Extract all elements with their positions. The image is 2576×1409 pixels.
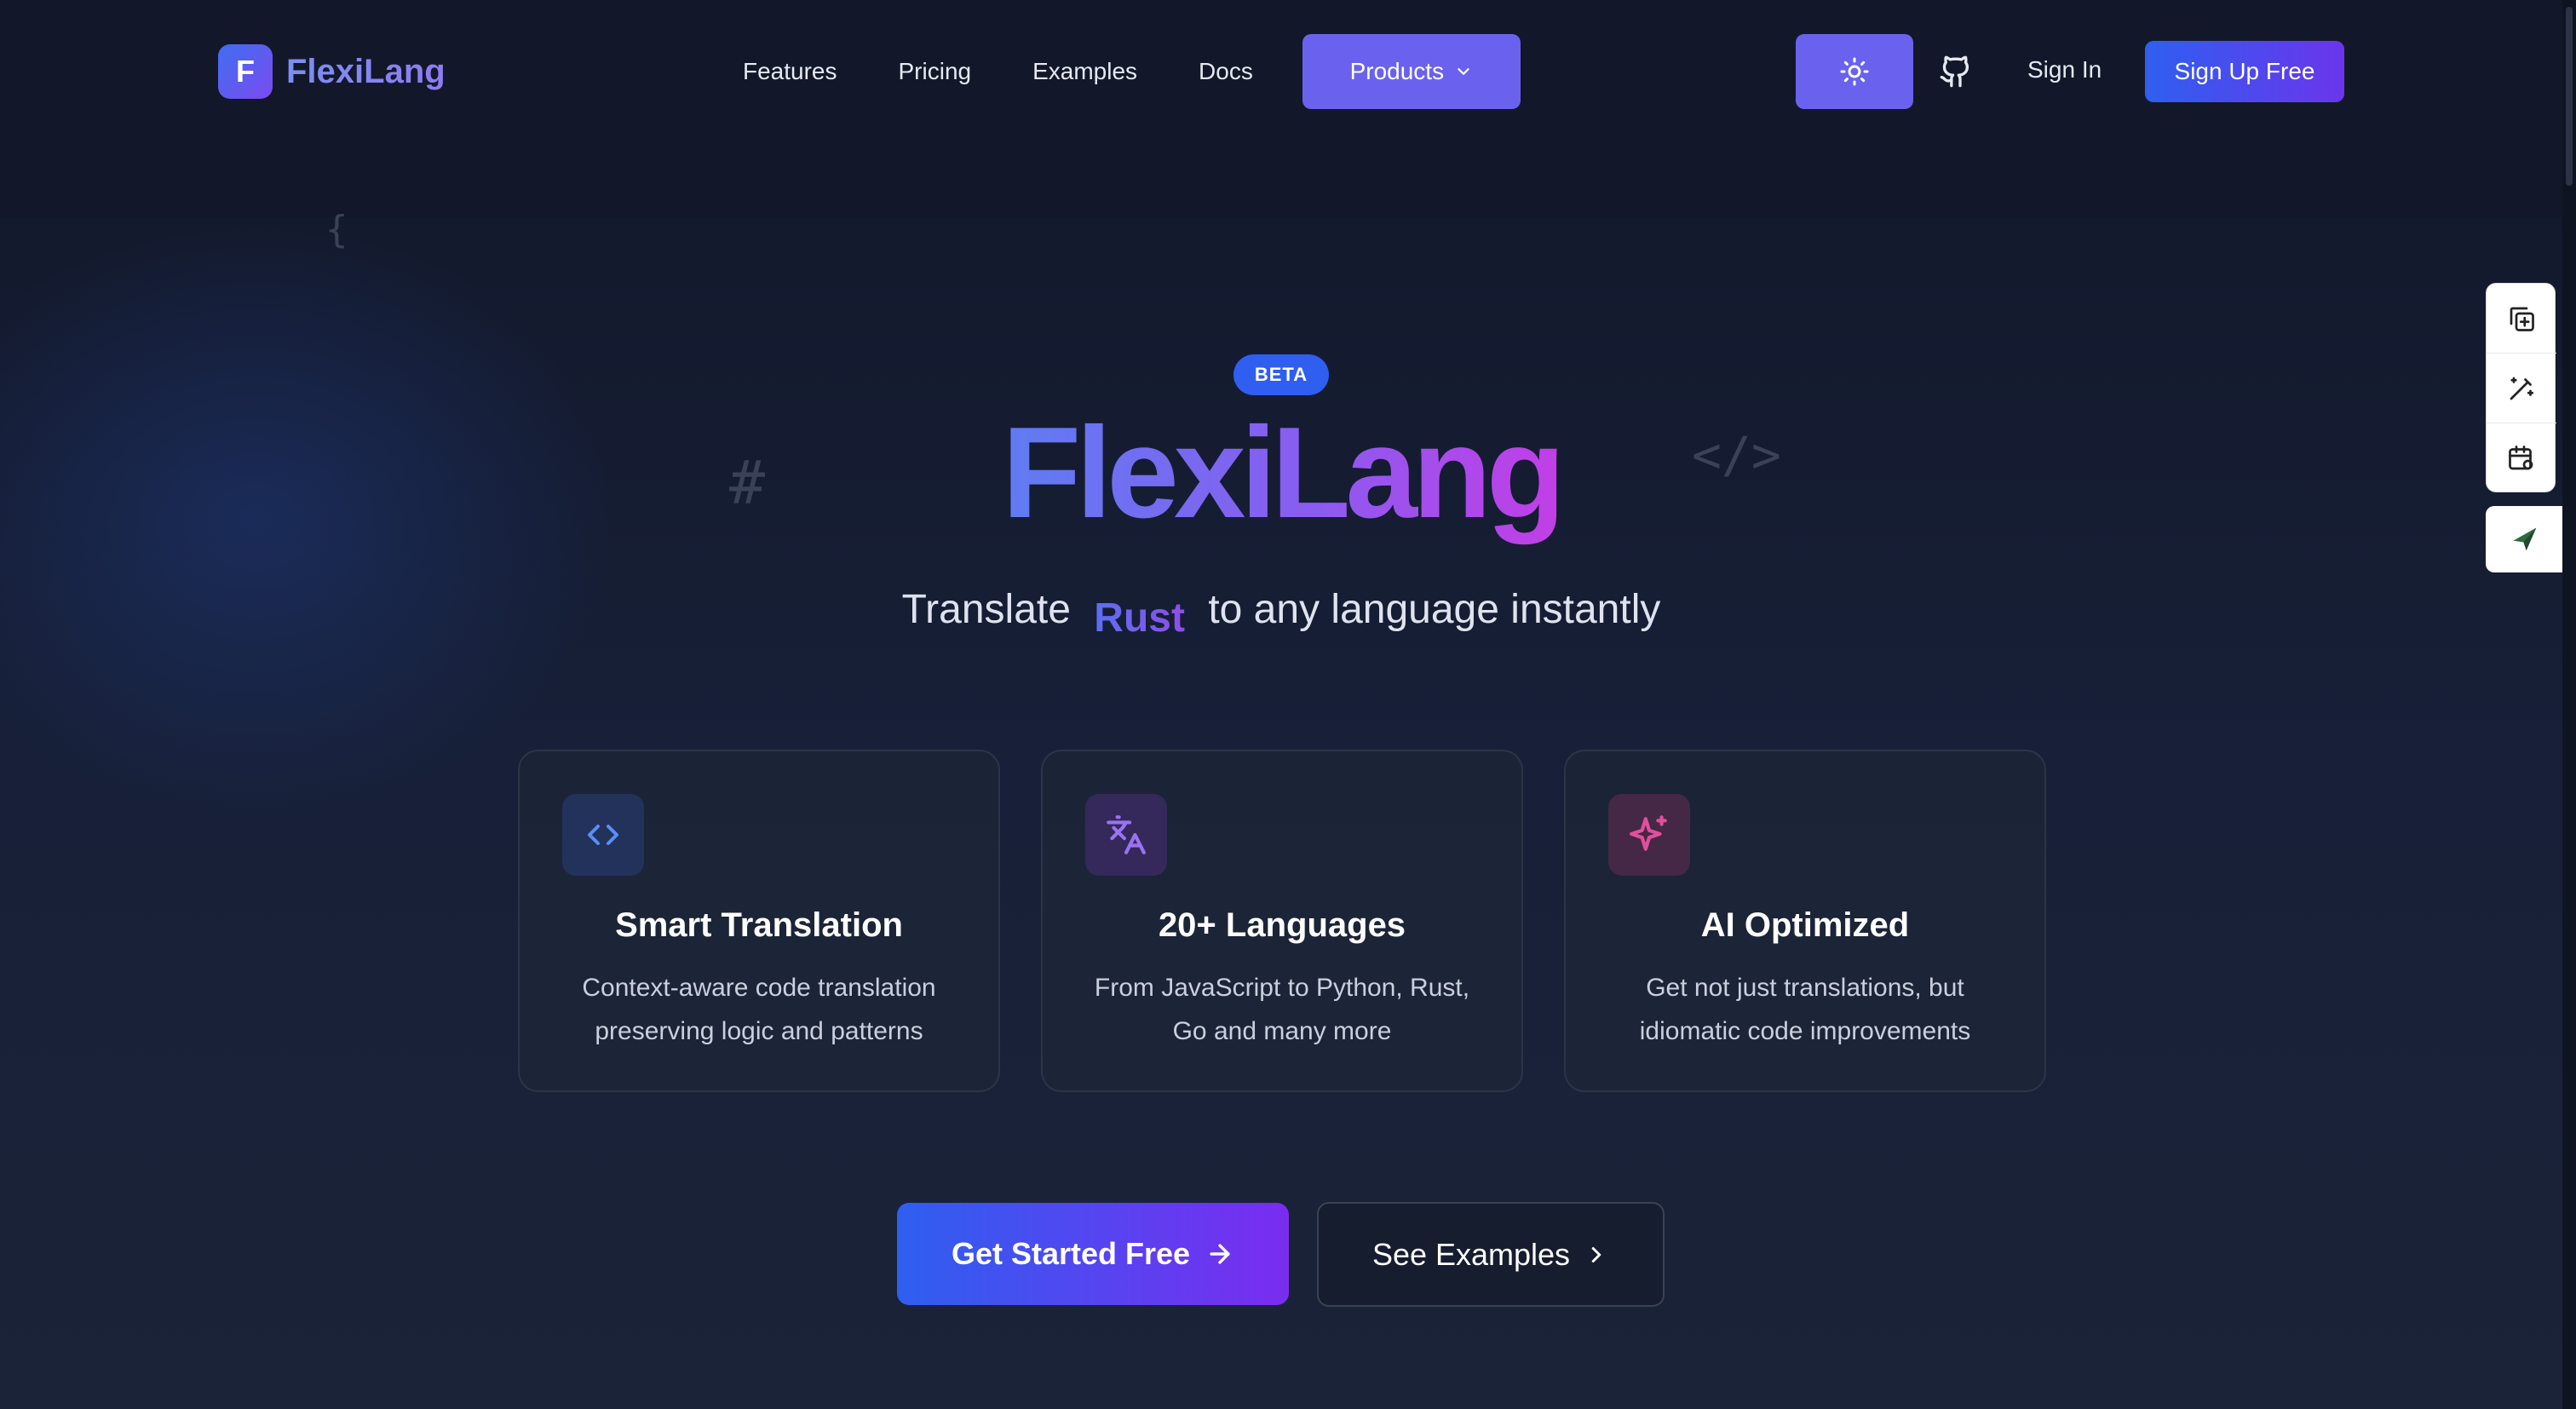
feature-description: Context-aware code translation preservin… bbox=[582, 974, 936, 1045]
get-started-button[interactable]: Get Started Free bbox=[897, 1203, 1289, 1305]
nav-docs[interactable]: Docs bbox=[1199, 58, 1253, 85]
site-header: F FlexiLang Features Pricing Examples Do… bbox=[0, 0, 2562, 218]
side-tool-schedule[interactable] bbox=[2487, 423, 2556, 493]
feature-card-languages: 20+ Languages From JavaScript to Python,… bbox=[1041, 750, 1523, 1092]
arrow-right-icon bbox=[1210, 1244, 1230, 1264]
page: F FlexiLang Features Pricing Examples Do… bbox=[0, 0, 2576, 1409]
beta-badge: BETA bbox=[1233, 354, 1329, 395]
nav-examples[interactable]: Examples bbox=[1032, 58, 1137, 85]
side-extension-button[interactable] bbox=[2486, 506, 2564, 572]
copy-plus-icon bbox=[2510, 307, 2534, 331]
code-icon bbox=[562, 794, 644, 876]
feature-description: From JavaScript to Python, Rust, Go and … bbox=[1094, 974, 1470, 1045]
sparkle-icon bbox=[1608, 794, 1690, 876]
brand-name: FlexiLang bbox=[286, 52, 446, 90]
get-started-label: Get Started Free bbox=[951, 1236, 1191, 1271]
calendar-settings-icon bbox=[2509, 446, 2533, 470]
see-examples-button[interactable]: See Examples bbox=[1317, 1202, 1665, 1307]
extension-logo-icon bbox=[2513, 527, 2537, 551]
github-link[interactable] bbox=[1939, 53, 1973, 95]
subtitle-prefix: Translate bbox=[901, 587, 1071, 632]
sun-icon bbox=[1840, 57, 1869, 86]
sign-up-button[interactable]: Sign Up Free bbox=[2145, 41, 2344, 102]
decor-brace: { bbox=[325, 208, 348, 251]
github-icon bbox=[1940, 55, 1969, 88]
hero-title: FlexiLang bbox=[0, 400, 2562, 545]
subtitle-suffix: to any language instantly bbox=[1208, 587, 1661, 632]
hero-subtitle: Translate Rust to any language instantly bbox=[0, 586, 2562, 641]
theme-toggle-button[interactable] bbox=[1796, 34, 1913, 109]
feature-title: 20+ Languages bbox=[1158, 906, 1406, 944]
feature-card-smart-translation: Smart Translation Context-aware code tra… bbox=[518, 750, 1000, 1092]
sign-in-link[interactable]: Sign In bbox=[2027, 56, 2102, 83]
main-nav: Features Pricing Examples Docs Products bbox=[743, 34, 1521, 109]
scrollbar-thumb[interactable] bbox=[2566, 7, 2573, 186]
chevron-down-icon bbox=[1458, 68, 1469, 75]
feature-card-ai-optimized: AI Optimized Get not just translations, … bbox=[1564, 750, 2046, 1092]
feature-title: AI Optimized bbox=[1700, 906, 1910, 944]
logo-mark: F bbox=[218, 44, 273, 99]
products-label: Products bbox=[1349, 58, 1445, 84]
feature-description: Get not just translations, but idiomatic… bbox=[1639, 974, 1971, 1045]
subtitle-language: Rust bbox=[1094, 595, 1185, 641]
nav-pricing[interactable]: Pricing bbox=[899, 58, 972, 85]
see-examples-label: See Examples bbox=[1371, 1236, 1571, 1272]
translate-icon bbox=[1085, 794, 1167, 876]
side-tool-magic[interactable] bbox=[2487, 354, 2556, 423]
side-toolbar bbox=[2486, 283, 2556, 492]
nav-features[interactable]: Features bbox=[743, 58, 837, 85]
side-tool-add[interactable] bbox=[2487, 284, 2556, 354]
products-dropdown-button[interactable]: Products bbox=[1302, 34, 1521, 109]
magic-wand-icon bbox=[2510, 377, 2534, 400]
hero-title-text: FlexiLang bbox=[1002, 400, 1565, 545]
scrollbar-track[interactable] bbox=[2562, 0, 2576, 1409]
chevron-right-icon bbox=[1591, 1246, 1601, 1262]
brand-logo[interactable]: F FlexiLang bbox=[218, 44, 446, 99]
feature-title: Smart Translation bbox=[615, 906, 903, 944]
